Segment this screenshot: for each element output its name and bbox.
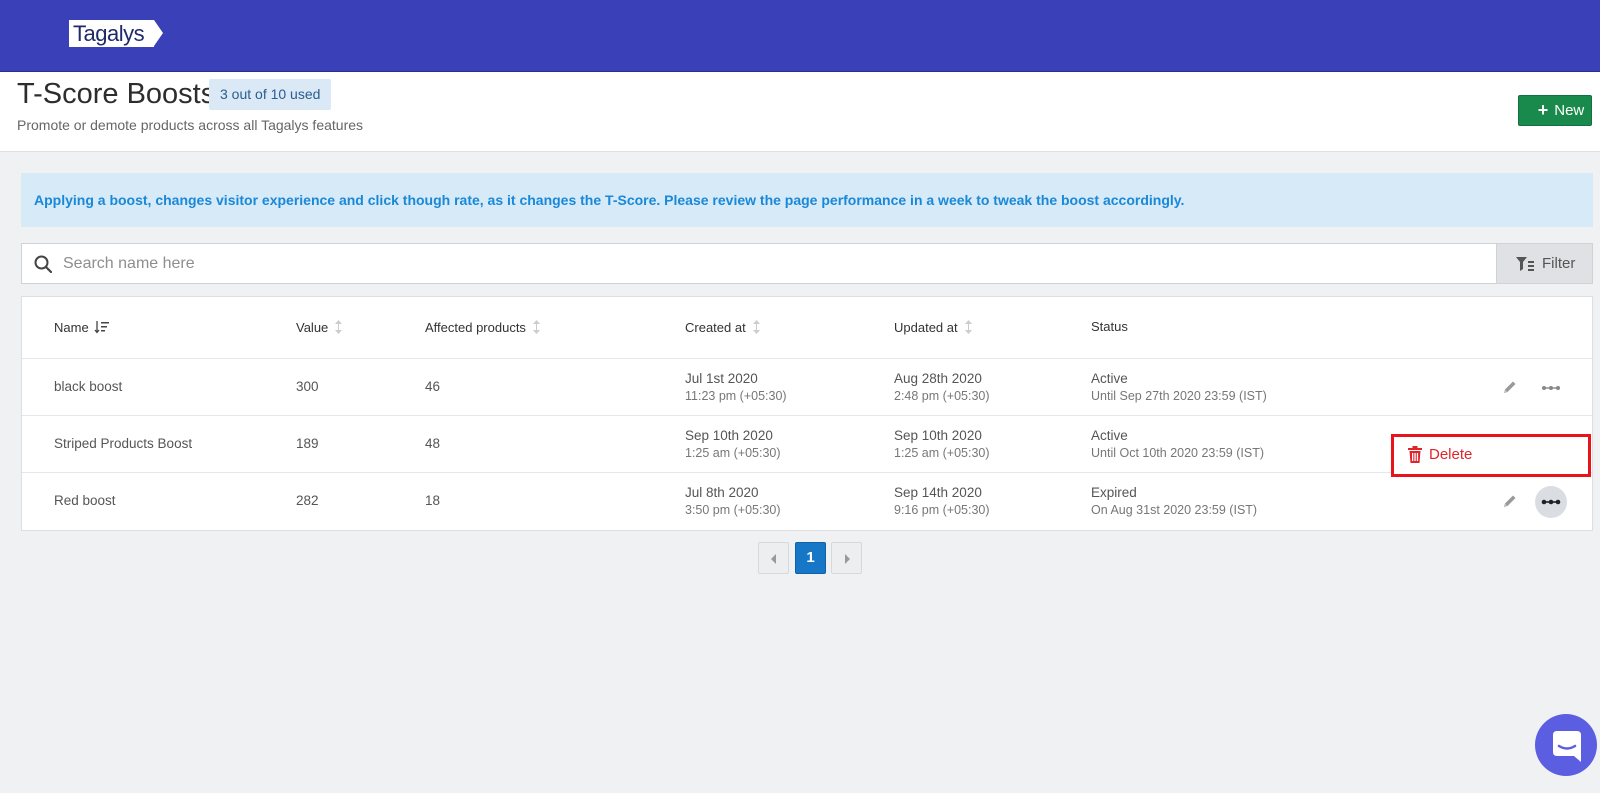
- new-boost-button[interactable]: + New: [1518, 95, 1592, 126]
- sort-icon: [964, 320, 972, 334]
- column-header-updated[interactable]: Updated at: [894, 319, 974, 335]
- created-date: Jul 1st 2020: [685, 371, 758, 386]
- trash-icon: [1408, 446, 1422, 463]
- boost-value: 300: [296, 379, 319, 394]
- table-row: black boost 300 46 Jul 1st 2020 11:23 pm…: [22, 358, 1592, 415]
- column-header-label: Affected products: [425, 319, 526, 335]
- affected-products: 48: [425, 436, 441, 451]
- status-label: Active: [1091, 428, 1128, 443]
- sort-descending-icon: [94, 321, 109, 334]
- created-time: 1:25 am (+05:30): [685, 446, 781, 460]
- updated-time: 1:25 am (+05:30): [894, 446, 990, 460]
- table-row: Red boost 282 18 Jul 8th 2020 3:50 pm (+…: [22, 472, 1592, 529]
- updated-time: 9:16 pm (+05:30): [894, 503, 990, 517]
- column-header-label: Value: [296, 319, 329, 335]
- created-time: 11:23 pm (+05:30): [685, 389, 787, 403]
- column-header-affected[interactable]: Affected products: [425, 319, 542, 335]
- status-label: Expired: [1091, 485, 1137, 500]
- tagalys-logo[interactable]: Tagalys: [69, 20, 164, 47]
- top-navbar: Tagalys: [0, 0, 1600, 72]
- pagination-current-page[interactable]: 1: [795, 542, 826, 574]
- status-label: Active: [1091, 371, 1128, 386]
- edit-pencil-icon[interactable]: [1502, 493, 1518, 509]
- filter-button[interactable]: Filter: [1496, 243, 1593, 284]
- column-header-label: Updated at: [894, 319, 958, 335]
- new-button-label: New: [1554, 102, 1585, 119]
- created-time: 3:50 pm (+05:30): [685, 503, 781, 517]
- created-date: Jul 8th 2020: [685, 485, 759, 500]
- filter-label: Filter: [1542, 255, 1576, 272]
- info-banner: Applying a boost, changes visitor experi…: [21, 173, 1593, 227]
- plus-icon: +: [1537, 100, 1549, 120]
- pagination-prev-button[interactable]: [758, 542, 789, 574]
- column-header-label: Created at: [685, 319, 746, 335]
- sort-icon: [532, 320, 540, 334]
- table-row: Striped Products Boost 189 48 Sep 10th 2…: [22, 415, 1592, 472]
- boost-value: 189: [296, 436, 319, 451]
- column-header-label: Name: [54, 319, 89, 335]
- pagination-next-button[interactable]: [831, 542, 862, 574]
- boost-name[interactable]: black boost: [54, 379, 122, 394]
- column-header-name[interactable]: Name: [54, 319, 110, 335]
- more-actions-icon[interactable]: [1535, 486, 1567, 518]
- search-input[interactable]: [63, 244, 1483, 283]
- status-detail: On Aug 31st 2020 23:59 (IST): [1091, 503, 1258, 517]
- chat-bubble-icon: [1553, 731, 1581, 762]
- page-header: T-Score Boosts 3 out of 10 used Promote …: [0, 72, 1600, 152]
- filter-icon: [1516, 257, 1534, 271]
- edit-pencil-icon[interactable]: [1502, 379, 1518, 395]
- more-actions-icon[interactable]: [1535, 372, 1567, 404]
- boost-value: 282: [296, 493, 319, 508]
- boost-name[interactable]: Striped Products Boost: [54, 436, 192, 451]
- boost-name[interactable]: Red boost: [54, 493, 116, 508]
- chevron-right-icon: [845, 554, 850, 564]
- search-icon: [34, 255, 52, 273]
- chat-launcher-button[interactable]: [1535, 714, 1597, 776]
- updated-date: Sep 10th 2020: [894, 428, 982, 443]
- column-header-label: Status: [1091, 319, 1128, 334]
- updated-date: Sep 14th 2020: [894, 485, 982, 500]
- column-header-status: Status: [1091, 319, 1128, 334]
- boosts-table: Name Value Affected products Created at …: [21, 296, 1593, 531]
- search-bar: [21, 243, 1496, 284]
- column-header-created[interactable]: Created at: [685, 319, 762, 335]
- updated-date: Aug 28th 2020: [894, 371, 982, 386]
- affected-products: 46: [425, 379, 441, 394]
- usage-badge: 3 out of 10 used: [209, 79, 332, 110]
- delete-label: Delete: [1429, 446, 1473, 463]
- sort-icon: [335, 320, 343, 334]
- delete-menu-item[interactable]: Delete: [1391, 434, 1591, 484]
- status-detail: Until Oct 10th 2020 23:59 (IST): [1091, 446, 1265, 460]
- sort-icon: [752, 320, 760, 334]
- chevron-left-icon: [771, 554, 776, 564]
- page-title: T-Score Boosts: [17, 78, 216, 110]
- column-header-value[interactable]: Value: [296, 319, 344, 335]
- page-subtitle: Promote or demote products across all Ta…: [17, 117, 364, 133]
- affected-products: 18: [425, 493, 441, 508]
- status-detail: Until Sep 27th 2020 23:59 (IST): [1091, 389, 1267, 403]
- created-date: Sep 10th 2020: [685, 428, 773, 443]
- updated-time: 2:48 pm (+05:30): [894, 389, 990, 403]
